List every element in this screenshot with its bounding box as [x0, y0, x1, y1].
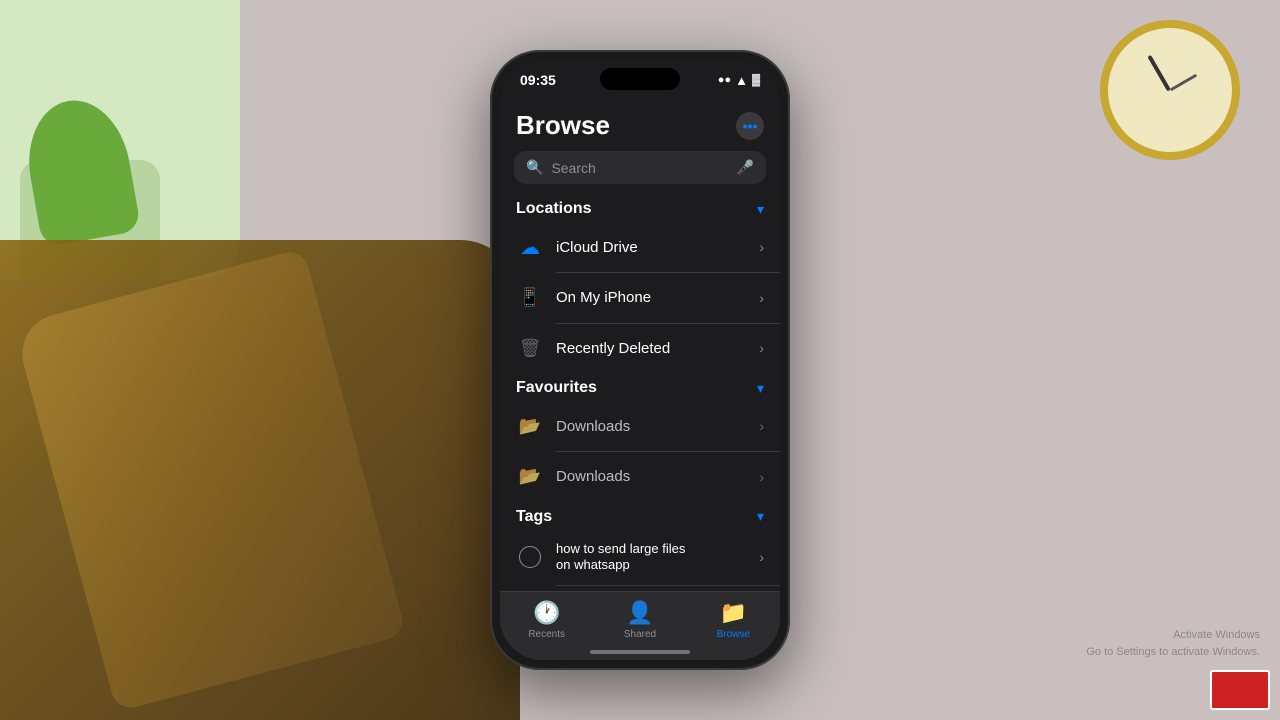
- tags-section-header: Tags ▾: [500, 502, 780, 530]
- downloads-item-1[interactable]: 📂 Downloads ›: [500, 401, 780, 451]
- icloud-icon: ☁: [516, 233, 544, 261]
- status-icons: ●● ▲ ▓: [718, 73, 760, 88]
- search-input[interactable]: Search: [551, 160, 728, 176]
- shared-tab-label: Shared: [624, 629, 656, 640]
- locations-title: Locations: [516, 200, 592, 218]
- favourites-collapse-icon[interactable]: ▾: [757, 380, 764, 397]
- battery-icon: ▓: [752, 74, 760, 86]
- clock-decoration-right: [1100, 20, 1240, 160]
- dynamic-island: [600, 68, 680, 90]
- tag-whatsapp-chevron-icon: ›: [759, 549, 764, 565]
- icloud-drive-item[interactable]: ☁ iCloud Drive ›: [500, 222, 780, 272]
- status-time: 09:35: [520, 72, 556, 88]
- on-my-iphone-label: On My iPhone: [556, 289, 747, 306]
- shared-tab-icon: 👤: [626, 600, 653, 626]
- recently-deleted-label: Recently Deleted: [556, 340, 747, 357]
- tag-whatsapp-label: how to send large fileson whatsapp: [556, 541, 747, 575]
- browse-tab-icon: 📁: [720, 600, 747, 626]
- browse-header: Browse •••: [500, 102, 780, 147]
- tab-recents[interactable]: 🕐 Recents: [500, 600, 593, 640]
- locations-section-header: Locations ▾: [500, 194, 780, 222]
- icloud-drive-chevron-icon: ›: [759, 239, 764, 255]
- tag-whatsapp-item[interactable]: how to send large fileson whatsapp ›: [500, 530, 780, 586]
- tab-browse[interactable]: 📁 Browse: [687, 600, 780, 640]
- recents-tab-label: Recents: [528, 629, 565, 640]
- tags-title: Tags: [516, 508, 552, 526]
- icloud-drive-label: iCloud Drive: [556, 239, 747, 256]
- home-indicator: [590, 650, 690, 654]
- plant-decoration-left: [0, 0, 240, 280]
- windows-watermark-line2: Go to Settings to activate Windows.: [1086, 644, 1260, 661]
- phone: 09:35 ●● ▲ ▓ Browse ••• 🔍 Search 🎤: [490, 50, 790, 670]
- recents-tab-icon: 🕐: [533, 600, 560, 626]
- recently-deleted-chevron-icon: ›: [759, 340, 764, 356]
- favourites-section-header: Favourites ▾: [500, 373, 780, 401]
- downloads-chevron-icon-1: ›: [759, 418, 764, 434]
- hand-overlay: [0, 240, 520, 720]
- downloads-label-2: Downloads: [556, 468, 747, 485]
- iphone-icon: 📱: [516, 284, 544, 312]
- windows-watermark-line1: Activate Windows: [1086, 627, 1260, 644]
- downloads-label-1: Downloads: [556, 418, 747, 435]
- wifi-icon: ▲: [735, 73, 748, 88]
- downloads-chevron-icon-2: ›: [759, 469, 764, 485]
- search-icon: 🔍: [526, 159, 543, 176]
- phone-screen: 09:35 ●● ▲ ▓ Browse ••• 🔍 Search 🎤: [500, 60, 780, 660]
- tab-shared[interactable]: 👤 Shared: [593, 600, 686, 640]
- search-bar[interactable]: 🔍 Search 🎤: [514, 151, 766, 184]
- locations-collapse-icon[interactable]: ▾: [757, 201, 764, 218]
- thumbnail-bottom-right: [1210, 670, 1270, 710]
- tags-collapse-icon[interactable]: ▾: [757, 508, 764, 525]
- windows-watermark: Activate Windows Go to Settings to activ…: [1086, 627, 1260, 660]
- signal-icon: ●●: [718, 74, 731, 86]
- tag-whatsapp-icon: [516, 543, 544, 571]
- browse-tab-label: Browse: [717, 629, 750, 640]
- on-my-iphone-item[interactable]: 📱 On My iPhone ›: [500, 273, 780, 323]
- more-options-button[interactable]: •••: [736, 112, 764, 140]
- on-my-iphone-chevron-icon: ›: [759, 290, 764, 306]
- ellipsis-icon: •••: [743, 118, 758, 134]
- downloads-folder-icon-2: 📂: [516, 463, 544, 491]
- recently-deleted-item[interactable]: 🗑 Recently Deleted ›: [500, 323, 780, 373]
- trash-icon: 🗑: [516, 334, 544, 362]
- downloads-item-2[interactable]: 📂 Downloads ›: [500, 452, 780, 502]
- favourites-title: Favourites: [516, 379, 597, 397]
- downloads-folder-icon-1: 📂: [516, 412, 544, 440]
- page-title: Browse: [516, 110, 610, 141]
- mic-icon[interactable]: 🎤: [737, 159, 754, 176]
- content-area: Browse ••• 🔍 Search 🎤 Locations ▾ ☁: [500, 102, 780, 591]
